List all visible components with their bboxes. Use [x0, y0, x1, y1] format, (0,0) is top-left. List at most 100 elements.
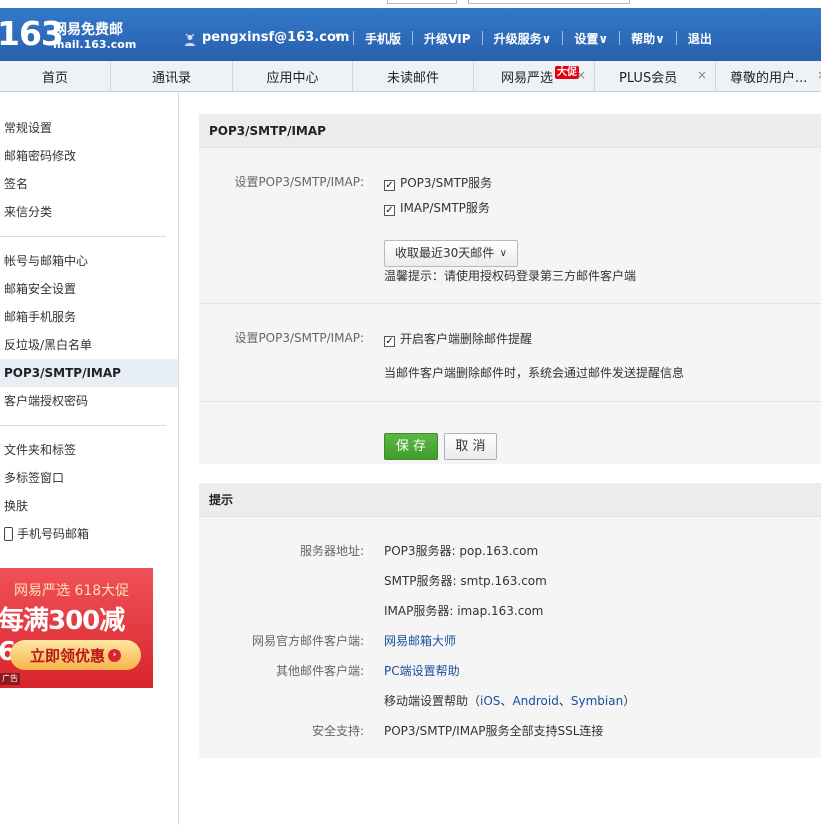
- sidebar-item-phone-mail[interactable]: 手机号码邮箱: [0, 520, 178, 548]
- nav-divider: [412, 31, 414, 45]
- auth-tip: 温馨提示：请使用授权码登录第三方邮件客户端: [384, 269, 637, 283]
- pop3-option[interactable]: ✓ POP3/SMTP服务: [384, 174, 492, 191]
- tips-panel: 提示 服务器地址: POP3服务器: pop.163.com SMTP服务器: …: [199, 483, 821, 758]
- delete-alert-checkbox[interactable]: ✓: [384, 336, 395, 347]
- nav-divider: [481, 31, 483, 45]
- cancel-button[interactable]: 取 消: [444, 433, 497, 460]
- tab-label: 通讯录: [151, 70, 191, 86]
- pop3-settings-panel: POP3/SMTP/IMAP 设置POP3/SMTP/IMAP: ✓ POP3/S…: [199, 114, 821, 464]
- tab-plus-member[interactable]: PLUS会员 ×: [595, 61, 716, 91]
- sidebar-item-pop3[interactable]: POP3/SMTP/IMAP: [0, 359, 178, 387]
- tab-notice[interactable]: 尊敬的用户... ×: [716, 61, 821, 91]
- upgrade-vip-link[interactable]: 升级VIP: [424, 30, 471, 47]
- pc-help-link[interactable]: PC端设置帮助: [384, 662, 460, 679]
- security-label: 安全支持:: [311, 724, 364, 738]
- security-value: POP3/SMTP/IMAP服务全部支持SSL连接: [384, 724, 604, 738]
- settings-sidebar: 常规设置 邮箱密码修改 签名 来信分类 帐号与邮箱中心 邮箱安全设置 邮箱手机服…: [0, 92, 179, 825]
- pop3-checkbox[interactable]: ✓: [384, 180, 395, 191]
- server-address-label: 服务器地址:: [299, 544, 364, 558]
- logo-domain[interactable]: mail.163.com: [53, 38, 136, 51]
- sidebar-item-multitab[interactable]: 多标签窗口: [0, 464, 178, 492]
- settings-menu[interactable]: 设置∨: [574, 30, 608, 47]
- row-divider: [199, 401, 821, 402]
- sidebar-item-security[interactable]: 邮箱安全设置: [0, 275, 178, 303]
- sidebar-item-phone-service[interactable]: 邮箱手机服务: [0, 303, 178, 331]
- top-search-edge: [468, 0, 630, 4]
- ios-help-link[interactable]: iOS: [480, 694, 500, 708]
- sidebar-item-signature[interactable]: 签名: [0, 170, 178, 198]
- pop3-server: POP3服务器: pop.163.com: [384, 544, 539, 558]
- sidebar-divider: [0, 236, 166, 237]
- sidebar-group-general: 常规设置 邮箱密码修改 签名 来信分类: [0, 114, 178, 226]
- nav-divider: [619, 31, 621, 45]
- android-help-link[interactable]: Android: [512, 694, 558, 708]
- sidebar-item-general[interactable]: 常规设置: [0, 114, 178, 142]
- ad-tag: 广告: [0, 673, 20, 685]
- sidebar-item-auth-code[interactable]: 客户端授权密码: [0, 387, 178, 415]
- nav-divider: [562, 31, 564, 45]
- setting-label: 设置POP3/SMTP/IMAP:: [234, 175, 364, 189]
- symbian-help-link[interactable]: Symbian: [571, 694, 623, 708]
- imap-checkbox[interactable]: ✓: [384, 205, 395, 216]
- mobile-help-prefix: 移动端设置帮助（: [384, 694, 481, 708]
- pop3-option-label: POP3/SMTP服务: [400, 176, 493, 190]
- close-icon[interactable]: ×: [697, 68, 707, 82]
- arrow-right-icon: ›: [108, 648, 121, 662]
- imap-option[interactable]: ✓ IMAP/SMTP服务: [384, 199, 490, 216]
- sidebar-item-spam[interactable]: 反垃圾/黑白名单: [0, 331, 178, 359]
- receive-range-select[interactable]: 收取最近30天邮件 ∨: [384, 240, 518, 267]
- chevron-down-icon[interactable]: ∨: [334, 30, 342, 43]
- delete-alert-option[interactable]: ✓ 开启客户端删除邮件提醒: [384, 330, 532, 347]
- separator: 、: [500, 694, 513, 708]
- separator: 、: [558, 694, 571, 708]
- help-menu[interactable]: 帮助∨: [631, 30, 665, 47]
- logo-title[interactable]: 网易免费邮: [53, 19, 123, 39]
- header-nav: 手机版 升级VIP 升级服务∨ 设置∨ 帮助∨ 退出: [342, 30, 712, 47]
- mail-master-link[interactable]: 网易邮箱大师: [384, 632, 456, 649]
- row-divider: [199, 303, 821, 304]
- tab-contacts[interactable]: 通讯录: [111, 61, 233, 91]
- sidebar-item-label: 手机号码邮箱: [17, 527, 90, 541]
- sidebar-item-filters[interactable]: 来信分类: [0, 198, 178, 226]
- official-client-label: 网易官方邮件客户端:: [251, 634, 364, 648]
- chevron-down-icon: ∨: [499, 248, 507, 259]
- imap-server: IMAP服务器: imap.163.com: [384, 604, 544, 618]
- sidebar-item-folders[interactable]: 文件夹和标签: [0, 436, 178, 464]
- logout-link[interactable]: 退出: [688, 30, 712, 47]
- user-email[interactable]: pengxinsf@163.com: [202, 30, 349, 45]
- phone-icon: [4, 527, 13, 541]
- smtp-server: SMTP服务器: smtp.163.com: [384, 574, 547, 588]
- upgrade-service-menu[interactable]: 升级服务∨: [494, 30, 552, 47]
- panel-title: 提示: [199, 483, 821, 517]
- tab-yanxuan[interactable]: 网易严选 大促 ×: [474, 61, 595, 91]
- mobile-version-link[interactable]: 手机版: [365, 30, 401, 47]
- app-header: 163 网易免费邮 mail.163.com pengxinsf@163.com…: [0, 8, 821, 61]
- tab-label: 未读邮件: [386, 70, 439, 86]
- close-icon[interactable]: ×: [817, 68, 821, 82]
- user-status-icon: [185, 33, 195, 46]
- panel-title: POP3/SMTP/IMAP: [199, 114, 821, 148]
- imap-option-label: IMAP/SMTP服务: [400, 201, 490, 215]
- ad-claim-button[interactable]: 立即领优惠 ›: [10, 640, 141, 670]
- select-value: 收取最近30天邮件: [395, 246, 495, 260]
- tab-home[interactable]: 首页: [0, 61, 111, 91]
- ad-button-label: 立即领优惠: [29, 646, 105, 665]
- tab-label: 应用中心: [266, 70, 319, 86]
- tab-label: PLUS会员: [619, 70, 678, 86]
- sidebar-divider: [0, 425, 166, 426]
- nav-divider: [675, 31, 677, 45]
- other-client-label: 其他邮件客户端:: [275, 664, 364, 678]
- setting-label: 设置POP3/SMTP/IMAP:: [234, 331, 364, 345]
- save-button[interactable]: 保 存: [384, 433, 438, 460]
- sidebar-item-password[interactable]: 邮箱密码修改: [0, 142, 178, 170]
- tab-app-center[interactable]: 应用中心: [233, 61, 353, 91]
- tab-bar: 首页 通讯录 应用中心 未读邮件 网易严选 大促 × PLUS会员 × 尊敬的用…: [0, 61, 821, 92]
- tab-unread[interactable]: 未读邮件: [353, 61, 474, 91]
- sidebar-group-account: 帐号与邮箱中心 邮箱安全设置 邮箱手机服务 反垃圾/黑白名单 POP3/SMTP…: [0, 247, 178, 415]
- sidebar-item-skin[interactable]: 换肤: [0, 492, 178, 520]
- close-icon[interactable]: ×: [576, 68, 586, 82]
- promo-ad[interactable]: 网易严选 618大促 每满300减60 立即领优惠› 广告: [0, 568, 153, 688]
- sidebar-item-account-center[interactable]: 帐号与邮箱中心: [0, 247, 178, 275]
- ad-headline: 网易严选 618大促: [14, 583, 130, 599]
- tab-label: 尊敬的用户...: [730, 70, 808, 86]
